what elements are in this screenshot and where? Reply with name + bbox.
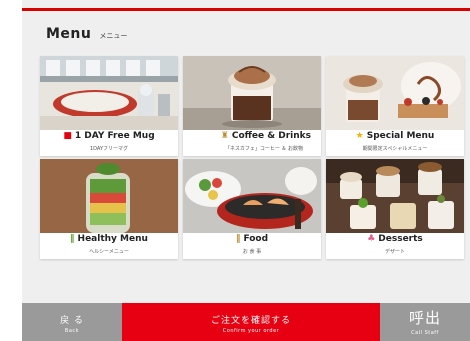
mug-icon: ■ [63,131,72,141]
desserts-photo [326,159,464,233]
desserts-sublabel: デザート [384,249,405,255]
confirm-order-sublabel: Confirm your order [222,328,280,334]
call-staff-sublabel: Call Staff [411,330,439,336]
menu-card-healthy[interactable]: ‖ Healthy Menu ヘルシーメニュー [40,159,178,259]
star-icon: ★ [355,131,364,141]
food-sublabel: お 食 事 [242,249,262,255]
desserts-label: ♣ Desserts [367,234,423,244]
confirm-order-label: ご注文を確認する [210,316,291,326]
menu-card-free-mug[interactable]: ■ 1 DAY Free Mug 1DAYフリーマグ [40,56,178,156]
healthy-menu-label: ‖ Healthy Menu [70,234,148,244]
confirm-order-button[interactable]: ご注文を確認する Confirm your order [122,303,380,341]
free-mug-label: ■ 1 DAY Free Mug [63,131,155,141]
food-label: ‖ Food [235,234,269,244]
cutlery-icon: ‖ [235,234,241,244]
page-title: Menu [46,26,92,42]
free-mug-sublabel: 1DAYフリーマグ [89,146,129,152]
healthy-menu-sublabel: ヘルシーメニュー [89,249,129,255]
healthy-menu-photo [40,159,178,233]
cup-icon: ♜ [220,131,229,141]
call-staff-label: 呼出 [408,309,441,327]
back-button-sublabel: Back [64,328,80,334]
coffee-drinks-label: ♜ Coffee & Drinks [220,131,311,141]
special-menu-label: ★ Special Menu [355,131,435,141]
food-photo [183,159,321,233]
special-menu-photo [326,56,464,130]
call-staff-button[interactable]: 呼出 Call Staff [380,303,470,341]
menu-card-food[interactable]: ‖ Food お 食 事 [183,159,321,259]
menu-screen: Menu メニュー ■ 1 DAY Free Mug 1DAYフリーマグ ♜ C… [22,0,470,341]
coffee-drinks-sublabel: 「ネスカフェ」コーヒー ＆ お飲物 [224,146,303,152]
special-menu-sublabel: 期間限定スペシャルメニュー [362,146,428,152]
menu-card-coffee-drinks[interactable]: ♜ Coffee & Drinks 「ネスカフェ」コーヒー ＆ お飲物 [183,56,321,156]
page-title-row: Menu メニュー [46,26,127,46]
menu-card-special[interactable]: ★ Special Menu 期間限定スペシャルメニュー [326,56,464,156]
page-subtitle: メニュー [99,32,128,40]
back-button[interactable]: 戻 る Back [22,303,122,341]
back-button-label: 戻 る [60,316,84,326]
cake-icon: ♣ [367,234,376,244]
coffee-drinks-photo [183,56,321,130]
leaf-icon: ‖ [70,234,75,244]
free-mug-photo [40,56,178,130]
bottom-action-bar: 戻 る Back ご注文を確認する Confirm your order 呼出 … [22,303,470,341]
menu-card-desserts[interactable]: ♣ Desserts デザート [326,159,464,259]
top-accent-line [22,8,470,11]
